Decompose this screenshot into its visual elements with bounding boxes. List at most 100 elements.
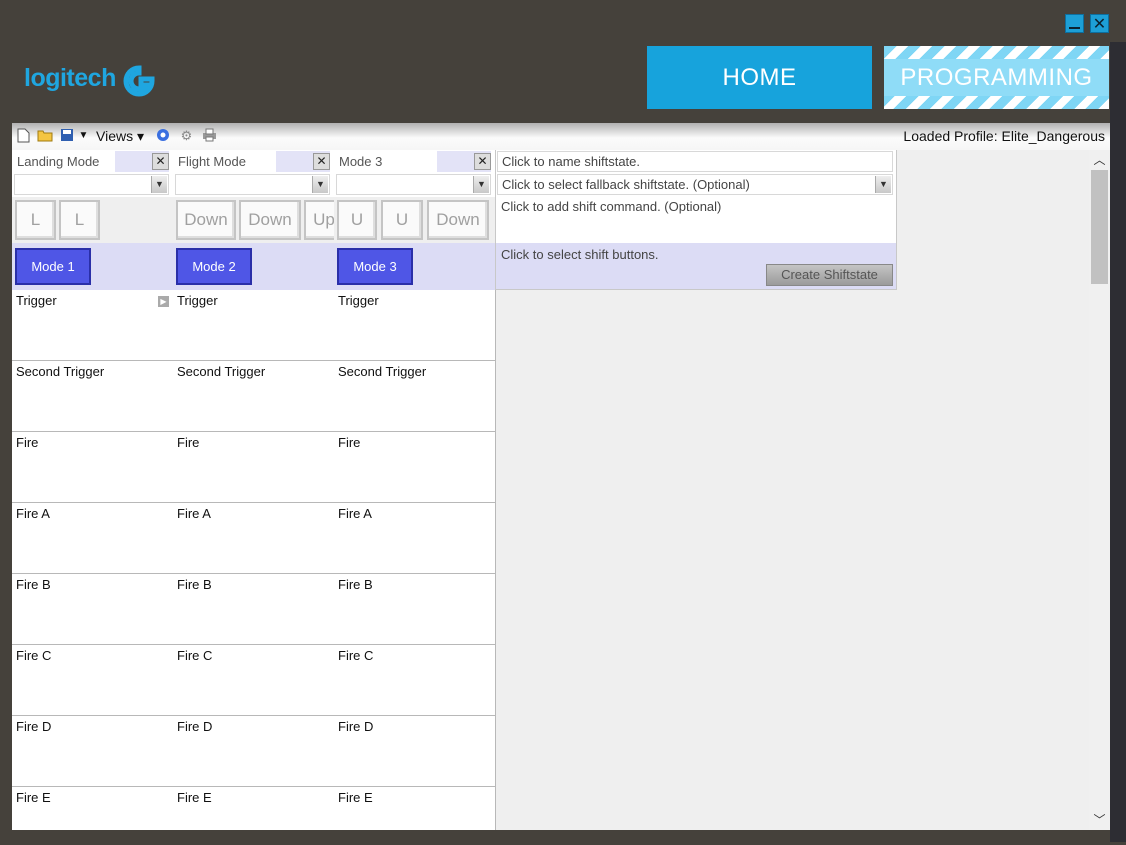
table-row[interactable]: Fire B (12, 574, 173, 645)
row-label: Fire E (16, 790, 51, 805)
row-label: Fire A (338, 506, 372, 521)
key-button[interactable]: Down (239, 200, 301, 240)
row-label: Fire E (338, 790, 373, 805)
create-shiftstate-button[interactable]: Create Shiftstate (766, 264, 893, 286)
home-button[interactable]: HOME (647, 46, 872, 109)
clear-mode-icon[interactable]: ✕ (152, 153, 169, 170)
mode-dropdown[interactable]: ▼ (14, 174, 169, 195)
fallback-shiftstate-dropdown[interactable]: Click to select fallback shiftstate. (Op… (497, 174, 893, 195)
table-row[interactable]: Fire C (12, 645, 173, 716)
toolbar: ▼ Views ▾ ⚙ Loaded Profile: Elite_Danger… (12, 123, 1110, 150)
table-row[interactable]: Fire (12, 432, 173, 503)
gear-icon[interactable]: ⚙ (179, 128, 194, 143)
views-menu[interactable]: Views ▾ (96, 128, 144, 145)
save-icon[interactable] (59, 128, 74, 143)
row-label: Fire (177, 435, 200, 450)
key-button[interactable]: U (337, 200, 377, 240)
mode-bar: Mode 2 (173, 243, 334, 290)
logitech-g-icon (123, 65, 155, 97)
shiftstate-name-field[interactable]: Click to name shiftstate. (497, 151, 893, 172)
open-folder-icon[interactable] (37, 128, 53, 143)
key-button[interactable]: Up (304, 200, 334, 240)
new-file-icon[interactable] (16, 128, 31, 143)
mode-keys: U U Down (334, 197, 495, 243)
expand-arrow-icon[interactable]: ▶ (158, 296, 169, 307)
table-row[interactable]: Fire B (334, 574, 495, 645)
table-row[interactable]: Trigger ▶ (12, 290, 173, 361)
chevron-down-icon[interactable]: ▼ (473, 176, 489, 193)
clear-mode-icon[interactable]: ✕ (313, 153, 330, 170)
chevron-down-icon[interactable]: ﹀ (1089, 810, 1110, 830)
close-button[interactable]: ✕ (1090, 14, 1109, 33)
mode-1-button[interactable]: Mode 1 (15, 248, 91, 285)
table-row[interactable]: Fire D (173, 716, 334, 787)
table-row[interactable]: Fire C (173, 645, 334, 716)
mode-dropdown[interactable]: ▼ (336, 174, 491, 195)
table-row[interactable]: Second Trigger (334, 361, 495, 432)
row-label: Trigger (177, 293, 218, 308)
app-window: ✕ logitech HOME PROGRAMMING ▼ Views ▾ ⚙ (0, 0, 1126, 845)
row-label: Fire C (177, 648, 213, 663)
logitech-logo: logitech (24, 64, 116, 92)
mode-keys: L L (12, 197, 173, 243)
key-button[interactable]: Down (427, 200, 489, 240)
row-label: Trigger (16, 293, 57, 308)
table-row[interactable]: Fire (334, 432, 495, 503)
shift-command-field[interactable]: Click to add shift command. (Optional) (497, 197, 897, 242)
mode-name-field[interactable]: Landing Mode ✕ (14, 151, 169, 172)
mode-name-field[interactable]: Flight Mode ✕ (175, 151, 330, 172)
help-icon[interactable] (155, 128, 170, 143)
table-row[interactable]: Trigger (334, 290, 495, 361)
table-row[interactable]: Fire B (173, 574, 334, 645)
chevron-down-icon[interactable]: ▼ (312, 176, 328, 193)
mode-dropdown[interactable]: ▼ (175, 174, 330, 195)
profiler-panel: ▼ Views ▾ ⚙ Loaded Profile: Elite_Danger… (12, 123, 1110, 830)
table-row[interactable]: Fire C (334, 645, 495, 716)
table-row[interactable]: Second Trigger (12, 361, 173, 432)
command-rows: Trigger Second Trigger Fire Fire A Fire … (334, 290, 495, 830)
chevron-up-icon[interactable]: ︿ (1089, 150, 1110, 170)
row-label: Fire B (177, 577, 212, 592)
clear-mode-icon[interactable]: ✕ (474, 153, 491, 170)
mode-name-field[interactable]: Mode 3 ✕ (336, 151, 491, 172)
row-label: Fire B (338, 577, 373, 592)
table-row[interactable]: Fire E (12, 787, 173, 830)
loaded-profile-label: Loaded Profile: Elite_Dangerous (903, 128, 1105, 144)
key-button[interactable]: Down (176, 200, 236, 240)
table-row[interactable]: Fire E (173, 787, 334, 830)
scrollbar-thumb[interactable] (1091, 170, 1108, 284)
table-row[interactable]: Fire A (173, 503, 334, 574)
key-button[interactable]: L (59, 200, 100, 240)
table-row[interactable]: Fire A (12, 503, 173, 574)
command-rows: Trigger Second Trigger Fire Fire A Fire … (173, 290, 334, 830)
print-icon[interactable] (202, 128, 217, 143)
row-label: Second Trigger (177, 364, 266, 379)
shiftstate-panel: Click to name shiftstate. Click to selec… (495, 150, 897, 290)
key-button[interactable]: U (381, 200, 423, 240)
mode-bar: Mode 1 (12, 243, 173, 290)
chevron-down-icon[interactable]: ▼ (151, 176, 167, 193)
save-dropdown-icon[interactable]: ▼ (76, 128, 91, 143)
chevron-down-icon[interactable]: ▼ (875, 176, 891, 193)
mode-3-button[interactable]: Mode 3 (337, 248, 413, 285)
row-label: Fire (338, 435, 361, 450)
table-row[interactable]: Second Trigger (173, 361, 334, 432)
table-row[interactable]: Fire A (334, 503, 495, 574)
table-row[interactable]: Fire (173, 432, 334, 503)
row-label: Fire D (338, 719, 374, 734)
table-row[interactable]: Fire E (334, 787, 495, 830)
minimize-button[interactable] (1065, 14, 1084, 33)
table-row[interactable]: Trigger (173, 290, 334, 361)
command-rows: Trigger ▶ Second Trigger Fire Fire A Fire… (12, 290, 173, 830)
programming-button[interactable]: PROGRAMMING (884, 46, 1109, 109)
mode-2-button[interactable]: Mode 2 (176, 248, 252, 285)
row-label: Fire D (16, 719, 52, 734)
row-label: Fire (16, 435, 39, 450)
mode-column-2: Flight Mode ✕ ▼ Down Down Up Mode 2 Trig… (173, 150, 335, 830)
shift-buttons-area[interactable]: Click to select shift buttons. Create Sh… (496, 243, 896, 289)
vertical-scrollbar[interactable]: ︿ ﹀ (1089, 150, 1110, 830)
table-row[interactable]: Fire D (12, 716, 173, 787)
key-button[interactable]: L (15, 200, 56, 240)
mode-name-text: Landing Mode (14, 151, 115, 172)
table-row[interactable]: Fire D (334, 716, 495, 787)
